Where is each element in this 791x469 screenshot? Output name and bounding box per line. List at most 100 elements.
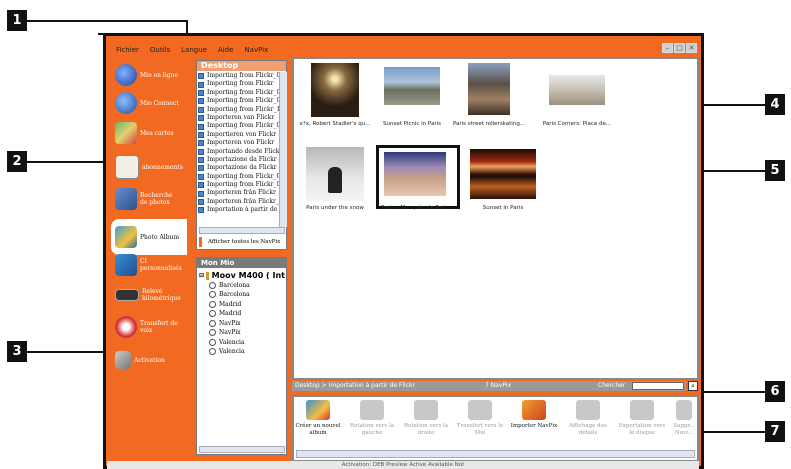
folder-photo-icon — [198, 89, 204, 96]
folder-photo-icon — [198, 73, 204, 80]
photo-thumb-4[interactable]: Paris Corners: Place de... — [543, 75, 611, 127]
desktop-vertical-scrollbar[interactable] — [279, 72, 287, 227]
desktop-horizontal-scrollbar[interactable] — [199, 227, 285, 234]
create-album-button[interactable]: Créer un nouvel album — [294, 400, 342, 446]
location-folder-icon — [209, 338, 216, 346]
folder-item[interactable]: Importeren van Flickr — [197, 114, 279, 122]
sidebar-item-releve-kilometrique[interactable]: Relevé kilométrique — [107, 277, 187, 313]
rotate-right-icon — [414, 400, 438, 420]
sidebar-item-recherche-photos[interactable]: Recherche de photos — [107, 181, 187, 217]
tree-item[interactable]: NavPix — [209, 319, 285, 329]
tree-item[interactable]: Barcelona — [209, 290, 285, 300]
callout-2: 2 — [7, 151, 27, 172]
details-button[interactable]: Affichage des détails — [564, 400, 612, 446]
photo-grid-panel: x?x, Robert Stadler's qu... Sunset Picni… — [292, 57, 699, 380]
path-status-bar: Desktop > Importation à partir de Flickr… — [292, 381, 686, 391]
location-folder-icon — [209, 300, 216, 308]
folder-item[interactable]: Importing from Flickr_0 — [197, 122, 279, 130]
photo-thumb-1[interactable]: x?x, Robert Stadler's qu... — [300, 63, 370, 127]
menu-fichier[interactable]: Fichier — [116, 46, 139, 54]
toolbar-scrollbar[interactable] — [296, 450, 695, 458]
folder-item[interactable]: Importing from Flickr_0 — [197, 89, 279, 97]
photo-caption: x?x, Robert Stadler's qu... — [299, 121, 371, 127]
tree-item[interactable]: NavPix — [209, 328, 285, 338]
photo-image — [384, 152, 446, 196]
photo-thumb-2[interactable]: Sunset Picnic in Paris — [383, 67, 441, 127]
photo-caption: Paris – Mosquée de Pari... — [381, 205, 451, 211]
folder-item[interactable]: Importing from Flickr_1 — [197, 106, 279, 114]
photo-silhouette — [328, 167, 342, 193]
folder-photo-icon — [198, 123, 204, 130]
sidebar-item-activation[interactable]: Activation — [107, 342, 187, 378]
folder-item[interactable]: Importando desde Flickr — [197, 148, 279, 156]
tree-horizontal-scrollbar[interactable] — [199, 446, 285, 453]
photo-thumb-6-selected[interactable]: Paris – Mosquée de Pari... — [376, 145, 460, 211]
menu-langue[interactable]: Langue — [181, 46, 207, 54]
device-tree-panel: Mon Mio ⊟ Moov M400 ( Int Barcelona Barce… — [196, 257, 287, 455]
photo-image — [470, 149, 536, 199]
photo-thumb-5[interactable]: Paris under the snow — [306, 147, 364, 211]
close-button[interactable]: ✕ — [686, 43, 697, 53]
import-navpix-button[interactable]: Importer NavPix — [510, 400, 558, 446]
photo-image — [468, 63, 510, 115]
delete-navpix-button[interactable]: Suppr... Navi... — [670, 400, 698, 446]
photo-thumb-3[interactable]: Paris street rollerskating... — [453, 63, 525, 127]
photo-image — [384, 67, 440, 105]
photo-search-icon — [115, 188, 137, 210]
details-icon — [576, 400, 600, 420]
callout-3: 3 — [7, 341, 27, 362]
tree-item[interactable]: Madrid — [209, 300, 285, 310]
sidebar-item-transfert-voix[interactable]: Transfert de voix — [107, 309, 187, 345]
menu-outils[interactable]: Outils — [150, 46, 170, 54]
folder-photo-icon — [198, 140, 204, 147]
menu-aide[interactable]: Aide — [218, 46, 233, 54]
location-folder-icon — [209, 281, 216, 289]
folder-item[interactable]: Importing from Flickr_0 — [197, 72, 279, 80]
photo-caption: Paris under the snow — [306, 205, 364, 211]
sidebar-item-abonnements[interactable]: abonnements — [107, 149, 187, 185]
delete-icon — [676, 400, 692, 420]
callout-1-line — [27, 20, 187, 22]
sidebar-item-mes-cartes[interactable]: Mes cartes — [107, 115, 187, 151]
search-button[interactable]: ⌕ — [688, 381, 698, 391]
folder-item[interactable]: Importing from Flickr — [197, 80, 279, 88]
photo-caption: Paris Corners: Place de... — [542, 121, 612, 127]
folder-item[interactable]: Importing from Flickr_0 — [197, 173, 279, 181]
rotate-left-button[interactable]: Rotation vers la gauche — [348, 400, 396, 446]
maximize-button[interactable]: □ — [674, 43, 685, 53]
export-disk-button[interactable]: Exportation vers le disque — [618, 400, 666, 446]
folder-item[interactable]: Importieren von Flickr — [197, 131, 279, 139]
folder-item[interactable]: Importazione da Flickr a — [197, 156, 279, 164]
bottom-status-bar: Activation: DEB Preview Active Available… — [107, 461, 699, 469]
folder-item[interactable]: Importing from Flickr_0 — [197, 181, 279, 189]
device-node[interactable]: ⊟ Moov M400 ( Int — [199, 271, 285, 281]
rotate-left-icon — [360, 400, 384, 420]
transfer-to-mio-button[interactable]: Transfert vers le Mio — [456, 400, 504, 446]
folder-item[interactable]: Importeren von Flickr — [197, 139, 279, 147]
tree-item[interactable]: Barcelona — [209, 281, 285, 291]
location-folder-icon — [209, 310, 216, 318]
photo-thumb-7[interactable]: Sunset in Paris — [470, 149, 536, 211]
callout-1-bracket-v — [186, 20, 188, 34]
folder-item[interactable]: Importeren från Flickr — [197, 189, 279, 197]
folder-item[interactable]: Importazione da Flickr a — [197, 164, 279, 172]
tree-item[interactable]: Valencia — [209, 347, 285, 357]
new-album-icon — [306, 400, 330, 420]
photo-image — [549, 75, 605, 105]
minimize-button[interactable]: – — [662, 43, 673, 53]
folder-item[interactable]: Importing from Flickr_0 — [197, 97, 279, 105]
folder-item[interactable]: Importeren från Flickr_02 — [197, 198, 279, 206]
folder-photo-icon — [198, 81, 204, 88]
tree-item[interactable]: Valencia — [209, 338, 285, 348]
search-input[interactable] — [632, 382, 684, 390]
rotate-right-button[interactable]: Rotation vers la droite — [402, 400, 450, 446]
location-folder-icon — [209, 329, 216, 337]
menu-navpix[interactable]: NavPix — [244, 46, 268, 54]
folder-item[interactable]: Importation à partir de F — [197, 206, 279, 214]
collapse-icon[interactable]: ⊟ — [199, 271, 204, 281]
breadcrumb-path: Desktop > Importation à partir de Flickr — [295, 382, 415, 389]
location-folder-icon — [209, 319, 216, 327]
show-all-navpix-link[interactable]: Afficher toutes les NavPix — [199, 237, 285, 247]
tree-item[interactable]: Madrid — [209, 309, 285, 319]
desktop-panel-title: Desktop — [197, 61, 286, 71]
